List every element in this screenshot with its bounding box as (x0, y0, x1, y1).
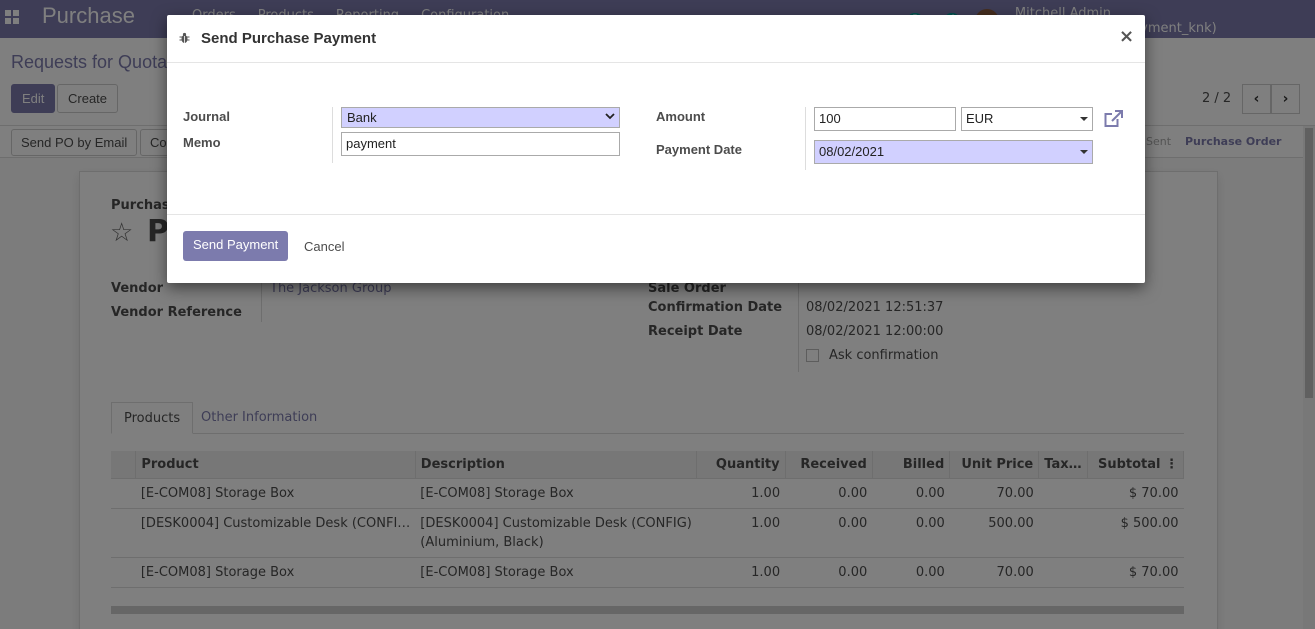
close-icon[interactable]: × (1119, 26, 1134, 47)
memo-input[interactable]: payment (341, 132, 620, 156)
currency-select[interactable]: EUR (961, 107, 1093, 131)
external-link-icon[interactable] (1104, 110, 1124, 128)
memo-value: payment (346, 136, 396, 151)
journal-label: Journal (183, 109, 230, 124)
bug-icon (179, 32, 190, 43)
send-payment-button[interactable]: Send Payment (183, 231, 289, 261)
amount-value: 100 (819, 111, 841, 126)
caret-down-icon (1080, 117, 1088, 121)
send-payment-dialog: Send Purchase Payment × Journal Memo Ban… (167, 15, 1145, 283)
dialog-title: Send Purchase Payment (201, 30, 377, 47)
journal-select[interactable]: Bank (341, 107, 620, 128)
divider (805, 107, 806, 170)
cancel-button[interactable]: Cancel (304, 239, 344, 254)
caret-down-icon (1080, 150, 1088, 154)
dialog-body: Journal Memo Bank payment Amount Payment… (167, 63, 1145, 214)
dialog-header: Send Purchase Payment × (167, 15, 1145, 63)
payment-date-input[interactable]: 08/02/2021 (814, 140, 1093, 164)
chevron-down-icon (605, 113, 615, 120)
journal-selected-value: Bank (347, 110, 377, 125)
amount-input[interactable]: 100 (814, 107, 956, 131)
dialog-footer: Send Payment Cancel (167, 214, 1145, 283)
memo-label: Memo (183, 135, 221, 150)
amount-label: Amount (656, 109, 706, 124)
payment-date-value: 08/02/2021 (819, 144, 885, 159)
divider (332, 107, 333, 163)
currency-value: EUR (966, 111, 994, 126)
payment-date-label: Payment Date (656, 142, 742, 157)
